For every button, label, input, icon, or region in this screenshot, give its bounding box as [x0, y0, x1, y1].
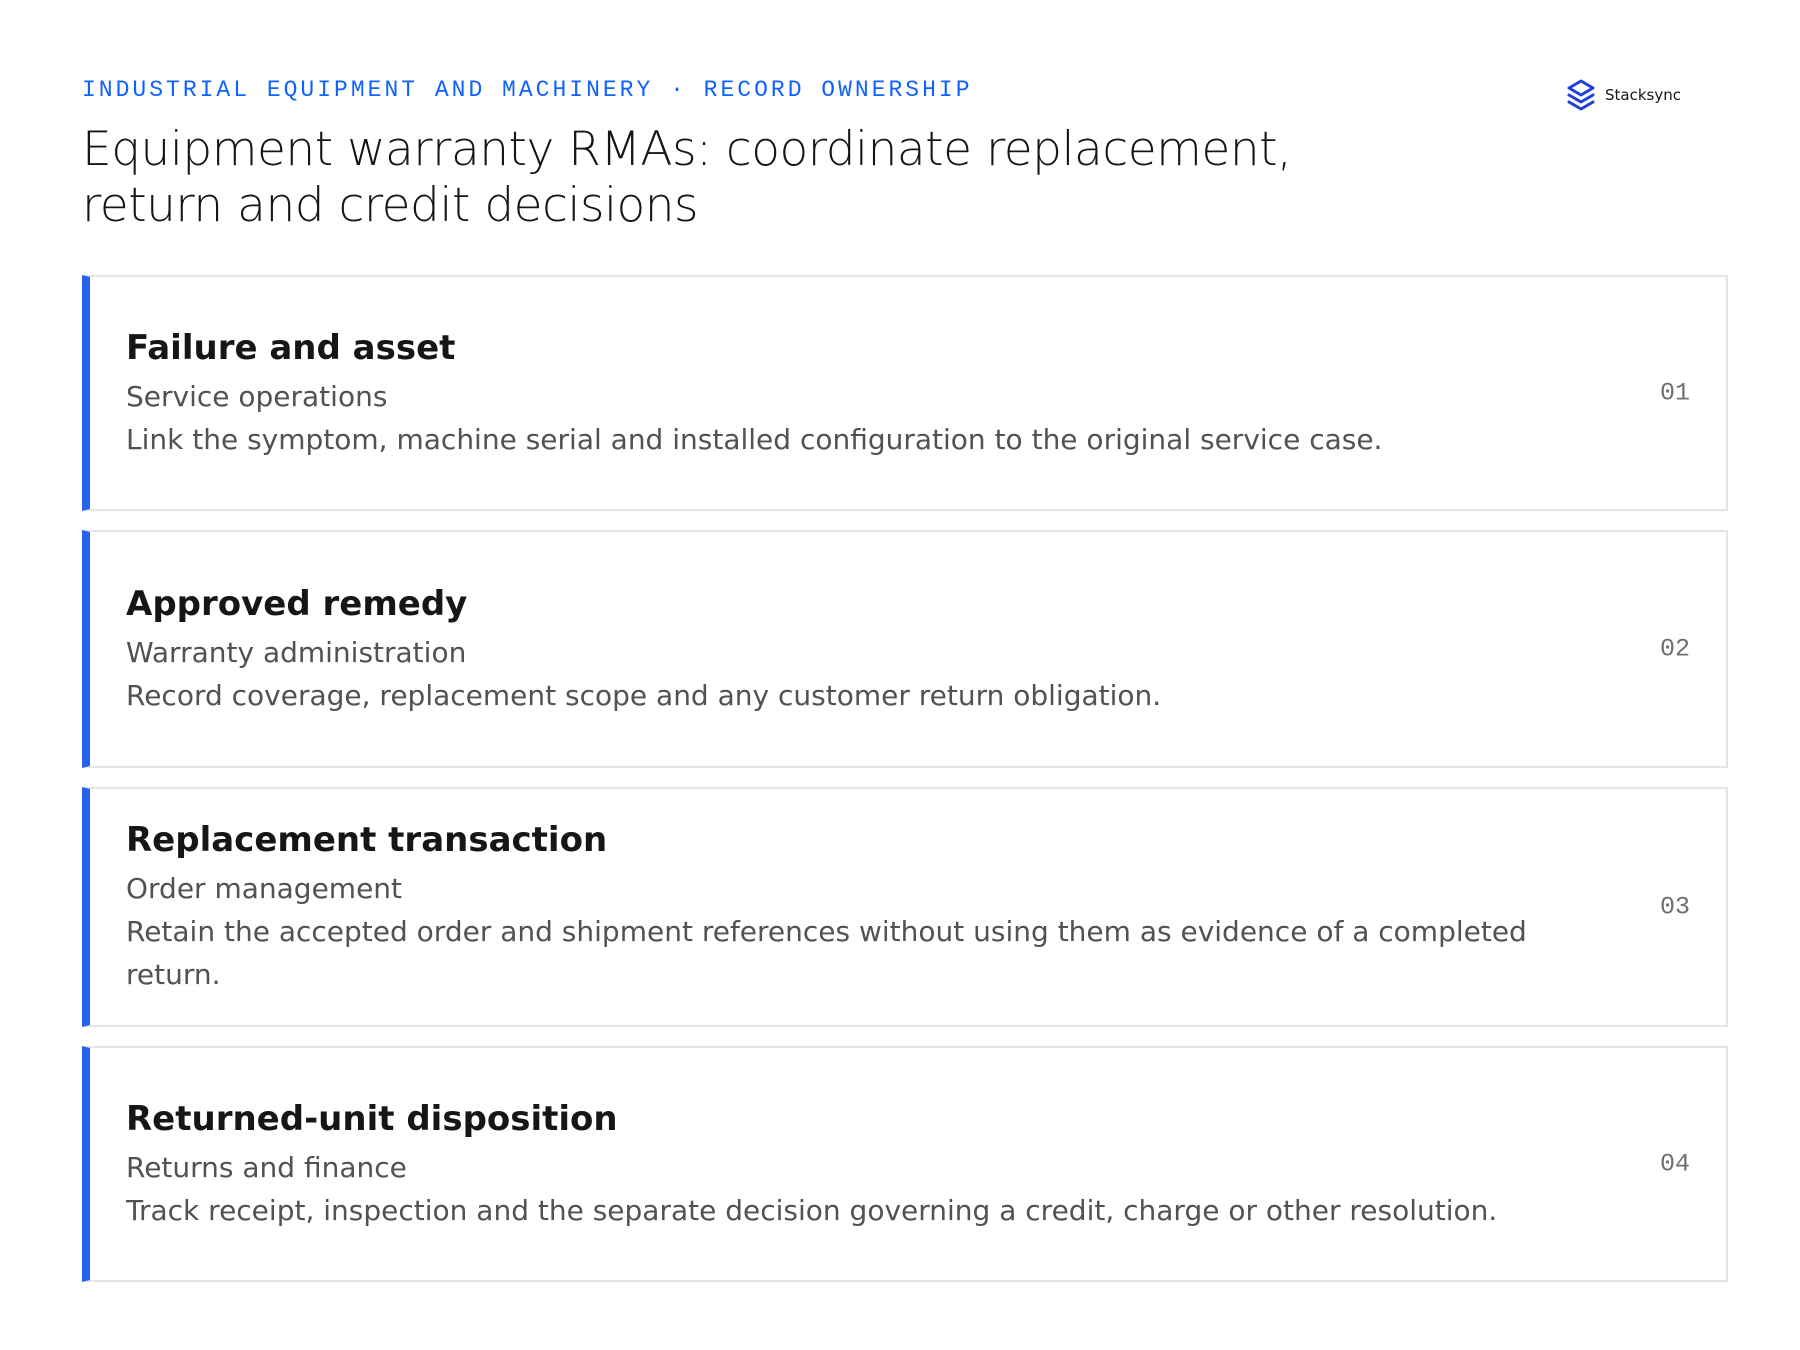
card-title: Replacement transaction	[126, 820, 608, 860]
card-number: 03	[1659, 892, 1690, 922]
stacksync-logo-icon	[1567, 79, 1595, 111]
card-number: 02	[1659, 634, 1690, 664]
card-owner: Service operations	[126, 379, 388, 413]
card-title: Approved remedy	[126, 583, 468, 624]
logo-wordmark: Stacksync	[1605, 86, 1681, 104]
card-owner: Order management	[126, 872, 403, 905]
page-title: Equipment warranty RMAs: coordinate repl…	[82, 122, 1292, 233]
card-owner: Returns and finance	[126, 1150, 407, 1184]
card-description: Track receipt, inspection and the separa…	[126, 1193, 1498, 1227]
ownership-card-list: Failure and asset Service operations Lin…	[82, 275, 1728, 1282]
ownership-card: Returned-unit disposition Returns and fi…	[82, 1046, 1728, 1282]
card-number: 04	[1659, 1149, 1690, 1179]
brand-logo: Stacksync	[1565, 78, 1681, 112]
card-description: Retain the accepted order and shipment r…	[126, 915, 1527, 991]
card-description: Link the symptom, machine serial and ins…	[126, 422, 1383, 456]
ownership-card: Failure and asset Service operations Lin…	[82, 275, 1728, 511]
eyebrow-label: INDUSTRIAL EQUIPMENT AND MACHINERY · REC…	[82, 77, 973, 103]
card-number: 01	[1659, 378, 1690, 408]
ownership-card: Replacement transaction Order management…	[82, 787, 1728, 1027]
card-description: Record coverage, replacement scope and a…	[126, 678, 1162, 712]
ownership-card: Approved remedy Warranty administration …	[82, 530, 1728, 768]
card-owner: Warranty administration	[126, 635, 467, 669]
card-title: Failure and asset	[126, 327, 456, 368]
page-header: INDUSTRIAL EQUIPMENT AND MACHINERY · REC…	[82, 76, 1482, 234]
card-title: Returned-unit disposition	[126, 1098, 618, 1139]
